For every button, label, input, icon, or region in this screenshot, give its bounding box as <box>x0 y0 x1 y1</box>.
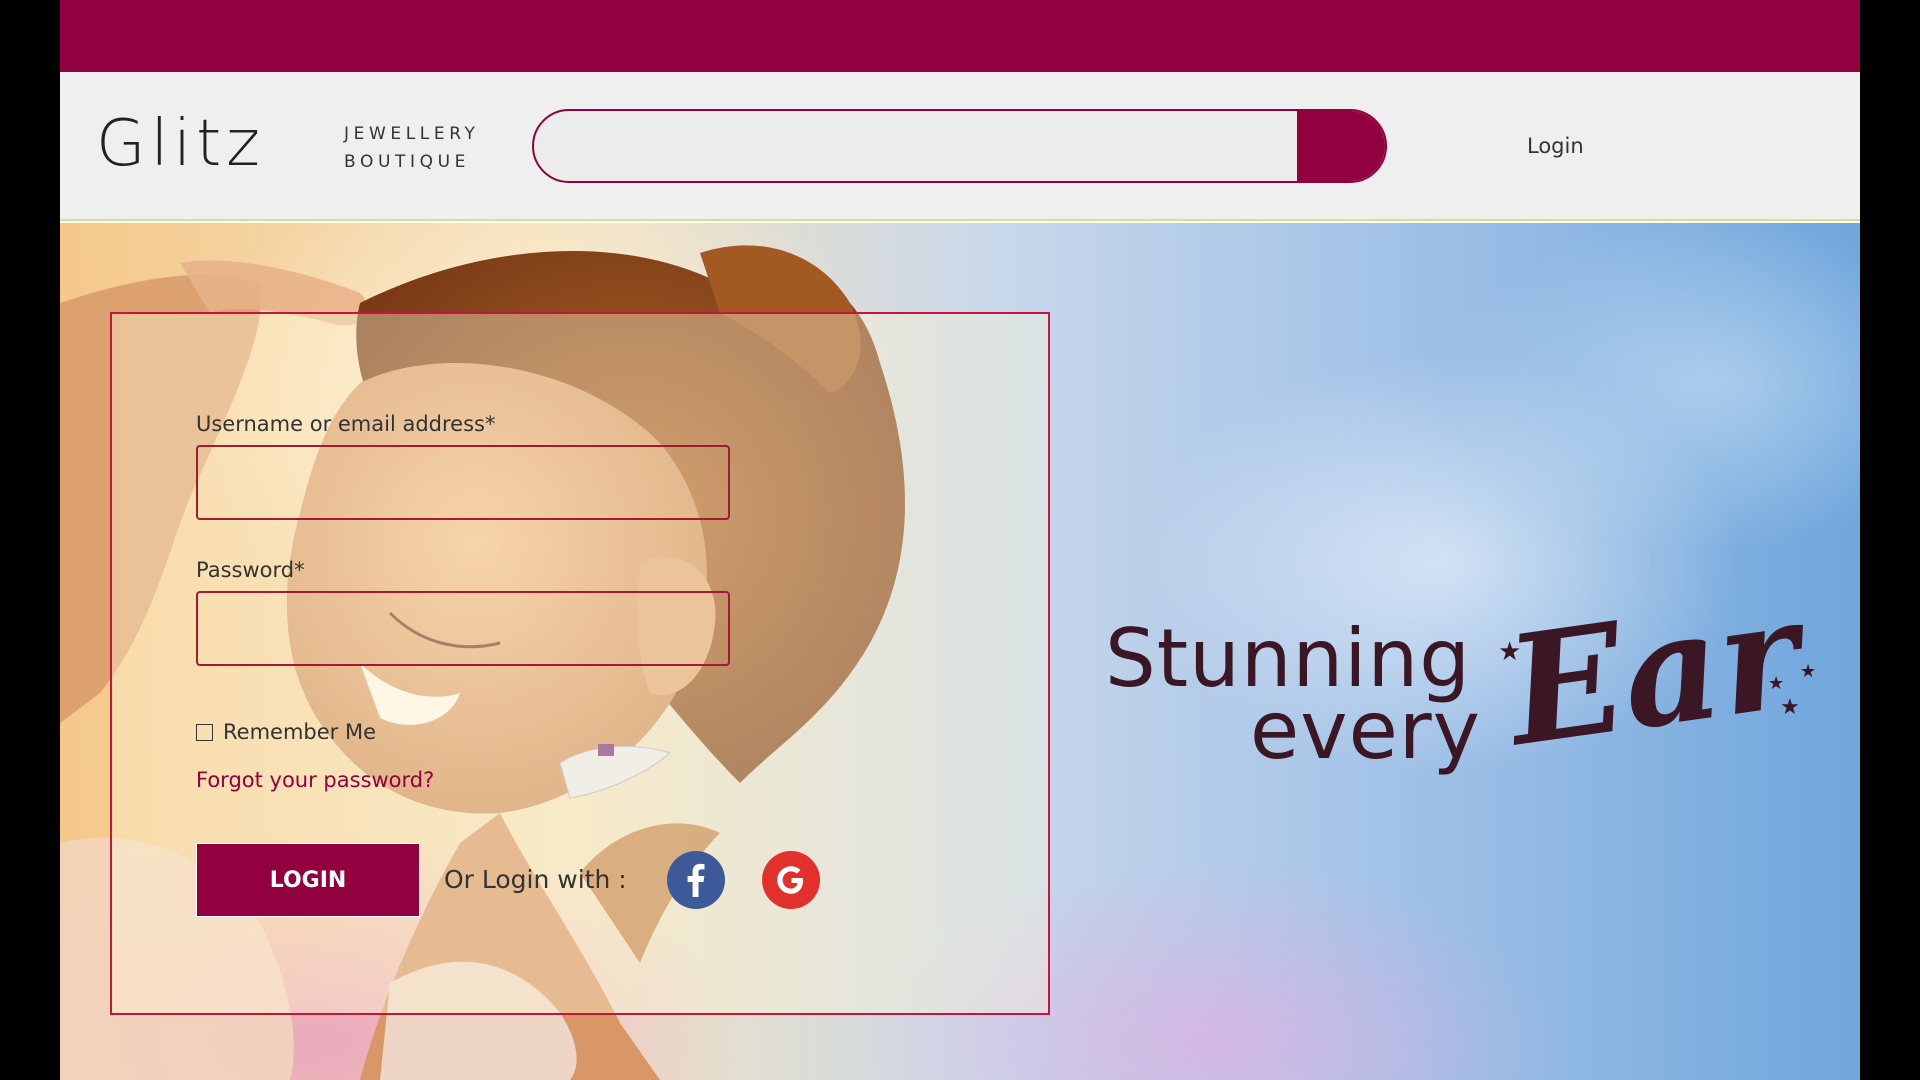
brand-name: Glitz <box>96 107 265 181</box>
page: Glitz JEWELLERY BOUTIQUE Login Username … <box>60 0 1860 1080</box>
facebook-icon[interactable] <box>667 851 725 909</box>
remember-me-label[interactable]: Remember Me <box>223 718 376 746</box>
search-button[interactable] <box>1297 111 1385 181</box>
google-icon[interactable] <box>762 851 820 909</box>
star-icon: ★ <box>1800 661 1817 682</box>
search-input[interactable] <box>534 111 1297 181</box>
star-icon: ★ <box>1780 695 1800 720</box>
password-field[interactable] <box>196 591 730 666</box>
remember-me-checkbox[interactable] <box>196 723 213 741</box>
hero-banner: Username or email address* Password* Rem… <box>60 223 1860 1080</box>
brand-logo[interactable]: Glitz JEWELLERY BOUTIQUE <box>96 112 486 176</box>
social-login-prompt: Or Login with : <box>444 865 627 894</box>
search-bar <box>532 109 1387 183</box>
headline-word-ear: Ear <box>1497 565 1810 781</box>
login-panel: Username or email address* Password* Rem… <box>110 312 1050 1015</box>
star-icon: ★ <box>1768 673 1785 694</box>
brand-subtitle-line2: BOUTIQUE <box>344 152 470 172</box>
top-accent-bar <box>60 0 1860 72</box>
login-button[interactable]: LOGIN <box>196 843 420 917</box>
password-label: Password* <box>196 558 305 582</box>
remember-me-row[interactable]: Remember Me <box>196 718 376 746</box>
star-icon: ★ <box>1498 637 1522 667</box>
brand-subtitle-line1: JEWELLERY <box>344 124 480 144</box>
username-field[interactable] <box>196 445 730 520</box>
hero-headline: Stunning every Ear ★ ★ ★ ★ <box>1080 565 1860 843</box>
header-login-link[interactable]: Login <box>1527 132 1584 160</box>
headline-word-every: every <box>1250 684 1482 777</box>
forgot-password-link[interactable]: Forgot your password? <box>196 766 434 794</box>
username-label: Username or email address* <box>196 412 496 436</box>
site-header: Glitz JEWELLERY BOUTIQUE Login <box>60 72 1860 221</box>
